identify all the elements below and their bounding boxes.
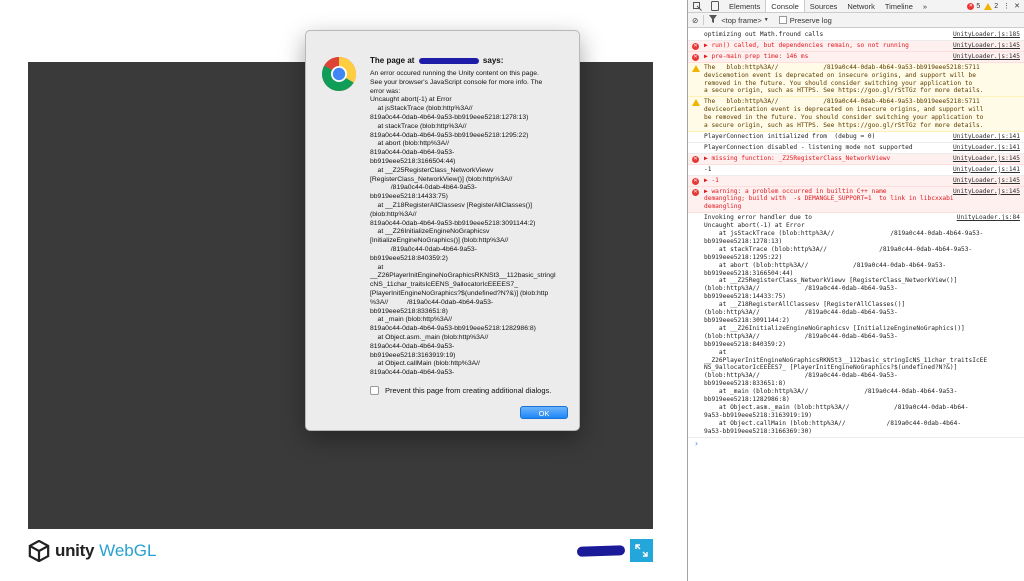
console-message-log[interactable]: UnityLoader.js:185 optimizing out Math.fr… <box>688 30 1024 41</box>
javascript-alert-dialog: The page at says: An error occured runni… <box>305 30 580 431</box>
message-source-link[interactable]: UnityLoader.js:145 <box>953 42 1020 50</box>
message-text: The blob:http%3A// /819a0c44-0dab-4b64-9… <box>704 98 984 130</box>
redacted-game-title <box>576 545 626 557</box>
message-source-link[interactable]: UnityLoader.js:141 <box>953 133 1020 141</box>
message-text: ▶ -1 <box>704 176 719 184</box>
tab-timeline[interactable]: Timeline <box>880 0 918 12</box>
unity-webgl-logo: unity WebGL <box>28 540 156 562</box>
tab-console[interactable]: Console <box>765 0 805 12</box>
dialog-message: An error occured running the Unity conte… <box>370 70 556 375</box>
console-message-log[interactable]: UnityLoader.js:141 -1 <box>688 165 1024 176</box>
prevent-dialogs-label: Prevent this page from creating addition… <box>385 386 552 395</box>
message-text: ▶ warning: a problem occurred in builtin… <box>704 187 954 211</box>
tab-sources[interactable]: Sources <box>805 0 843 12</box>
message-text: ▶ missing function: _Z25RegisterClass_Ne… <box>704 154 891 162</box>
warning-icon <box>692 99 700 107</box>
prevent-dialogs-checkbox[interactable] <box>370 386 379 395</box>
message-source-link[interactable]: UnityLoader.js:145 <box>953 177 1020 185</box>
warning-icon <box>692 64 700 72</box>
console-message-list: UnityLoader.js:185 optimizing out Math.fr… <box>688 30 1024 438</box>
console-prompt[interactable]: › <box>688 438 1024 448</box>
preserve-log-checkbox[interactable] <box>778 16 787 24</box>
console-message-error[interactable]: ✕ UnityLoader.js:145 ▶ missing function: _… <box>688 153 1024 165</box>
devtools-panel: Elements Console Sources Network Timelin… <box>687 0 1024 581</box>
more-tabs-button[interactable]: » <box>918 0 932 12</box>
toolbar-divider <box>703 15 705 25</box>
message-text: ▶ run() called, but dependencies remain,… <box>704 41 909 49</box>
console-message-warn[interactable]: The blob:http%3A// /819a0c44-0dab-4b64-9… <box>688 62 1024 98</box>
message-source-link[interactable]: UnityLoader.js:145 <box>953 155 1020 163</box>
message-source-link[interactable]: UnityLoader.js:84 <box>957 214 1020 222</box>
error-icon: ✕ <box>692 42 699 50</box>
console-message-error[interactable]: ✕ UnityLoader.js:145 ▶ warning: a problem … <box>688 186 1024 214</box>
console-message-error[interactable]: ✕ UnityLoader.js:145 ▶ pre-main prep time:… <box>688 51 1024 63</box>
tab-network[interactable]: Network <box>842 0 880 12</box>
webgl-wordmark: WebGL <box>99 541 157 560</box>
console-message-log[interactable]: UnityLoader.js:141 PlayerConnection disab… <box>688 143 1024 154</box>
message-text: optimizing out Math.fround calls <box>704 31 824 38</box>
devtools-tab-bar: Elements Console Sources Network Timelin… <box>688 0 1024 13</box>
ok-button[interactable]: OK <box>520 406 568 419</box>
close-devtools-icon[interactable]: ✕ <box>1014 2 1020 10</box>
fullscreen-icon <box>635 544 648 557</box>
clear-console-icon[interactable]: ⊘ <box>692 16 698 25</box>
console-messages[interactable]: UnityLoader.js:185 optimizing out Math.fr… <box>688 30 1024 581</box>
error-icon: ✕ <box>692 177 699 185</box>
error-count-icon: ✕ <box>967 2 975 10</box>
inspect-icon[interactable] <box>688 0 706 12</box>
preserve-log-label: Preserve log <box>789 15 832 25</box>
tab-elements[interactable]: Elements <box>724 0 765 12</box>
console-message-warn[interactable]: The blob:http%3A// /819a0c44-0dab-4b64-9… <box>688 97 1024 132</box>
filter-icon[interactable] <box>709 15 718 25</box>
message-text: Invoking error handler due to Uncaught a… <box>704 214 988 435</box>
frame-select[interactable]: <top frame> <box>721 16 761 25</box>
dialog-title: The page at says: <box>370 56 503 65</box>
console-message-error[interactable]: ✕ UnityLoader.js:145 ▶ -1 <box>688 175 1024 187</box>
chrome-logo-icon <box>322 57 356 91</box>
message-source-link[interactable]: UnityLoader.js:141 <box>953 166 1020 174</box>
error-icon: ✕ <box>692 155 699 163</box>
console-toolbar: ⊘ <top frame> ▼ Preserve log <box>688 13 1024 28</box>
console-message-log[interactable]: UnityLoader.js:141 PlayerConnection initi… <box>688 132 1024 143</box>
unity-wordmark: unity <box>55 541 95 560</box>
fullscreen-button[interactable] <box>630 539 653 562</box>
message-text: ▶ pre-main prep time: 146 ms <box>704 52 809 60</box>
warning-count[interactable]: 2 <box>994 3 998 10</box>
devtools-menu-icon[interactable]: ⋮ <box>1003 2 1010 10</box>
message-text: -1 <box>704 165 712 173</box>
error-icon: ✕ <box>692 53 699 61</box>
devtools-status: ✕ 5 2 ⋮ ✕ <box>967 0 1020 12</box>
prevent-dialogs-option[interactable]: Prevent this page from creating addition… <box>370 386 551 395</box>
warning-count-icon <box>984 2 993 10</box>
message-source-link[interactable]: UnityLoader.js:145 <box>953 53 1020 61</box>
frame-select-arrow[interactable]: ▼ <box>764 17 769 23</box>
message-text: The blob:http%3A// /819a0c44-0dab-4b64-9… <box>704 63 984 95</box>
device-mode-icon[interactable] <box>706 0 724 12</box>
error-icon: ✕ <box>692 188 699 196</box>
message-text: PlayerConnection disabled - listening mo… <box>704 143 913 151</box>
redacted-host <box>418 57 479 64</box>
unity-cube-icon <box>28 540 50 562</box>
console-message-error[interactable]: ✕ UnityLoader.js:145 ▶ run() called, but d… <box>688 40 1024 52</box>
error-count[interactable]: 5 <box>976 3 980 10</box>
console-message-log[interactable]: UnityLoader.js:84 Invoking error handler … <box>688 213 1024 438</box>
dialog-title-suffix: says: <box>482 56 504 65</box>
message-text: PlayerConnection initialized from (debug… <box>704 132 876 140</box>
dialog-title-prefix: The page at <box>370 56 415 65</box>
message-source-link[interactable]: UnityLoader.js:185 <box>953 31 1020 39</box>
message-source-link[interactable]: UnityLoader.js:141 <box>953 144 1020 152</box>
message-source-link[interactable]: UnityLoader.js:145 <box>953 188 1020 196</box>
